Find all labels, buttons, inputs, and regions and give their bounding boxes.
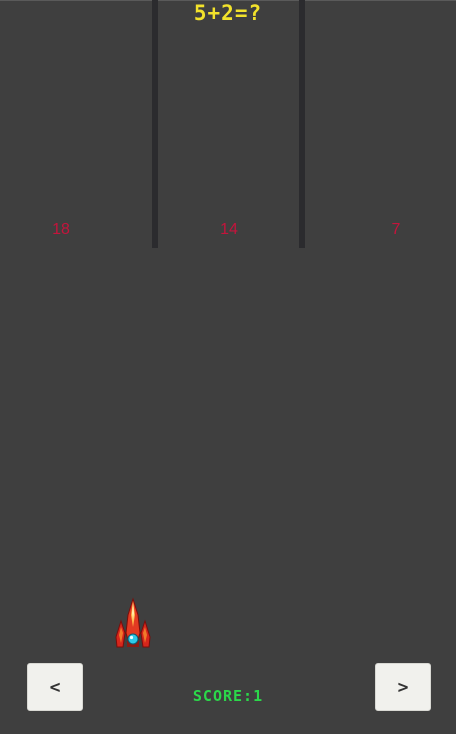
lane-divider-right — [299, 0, 305, 248]
math-question: 5+2=? — [193, 1, 263, 25]
answer-option-left: 18 — [52, 221, 70, 238]
answer-option-middle: 14 — [220, 221, 238, 238]
game-screen: 5+2=? 18 14 7 < > SCORE:1 — [0, 0, 456, 734]
lane-divider-left — [152, 0, 158, 248]
score-display: SCORE:1 — [192, 687, 264, 705]
answer-option-right: 7 — [391, 221, 401, 238]
spaceship-icon — [115, 597, 151, 648]
